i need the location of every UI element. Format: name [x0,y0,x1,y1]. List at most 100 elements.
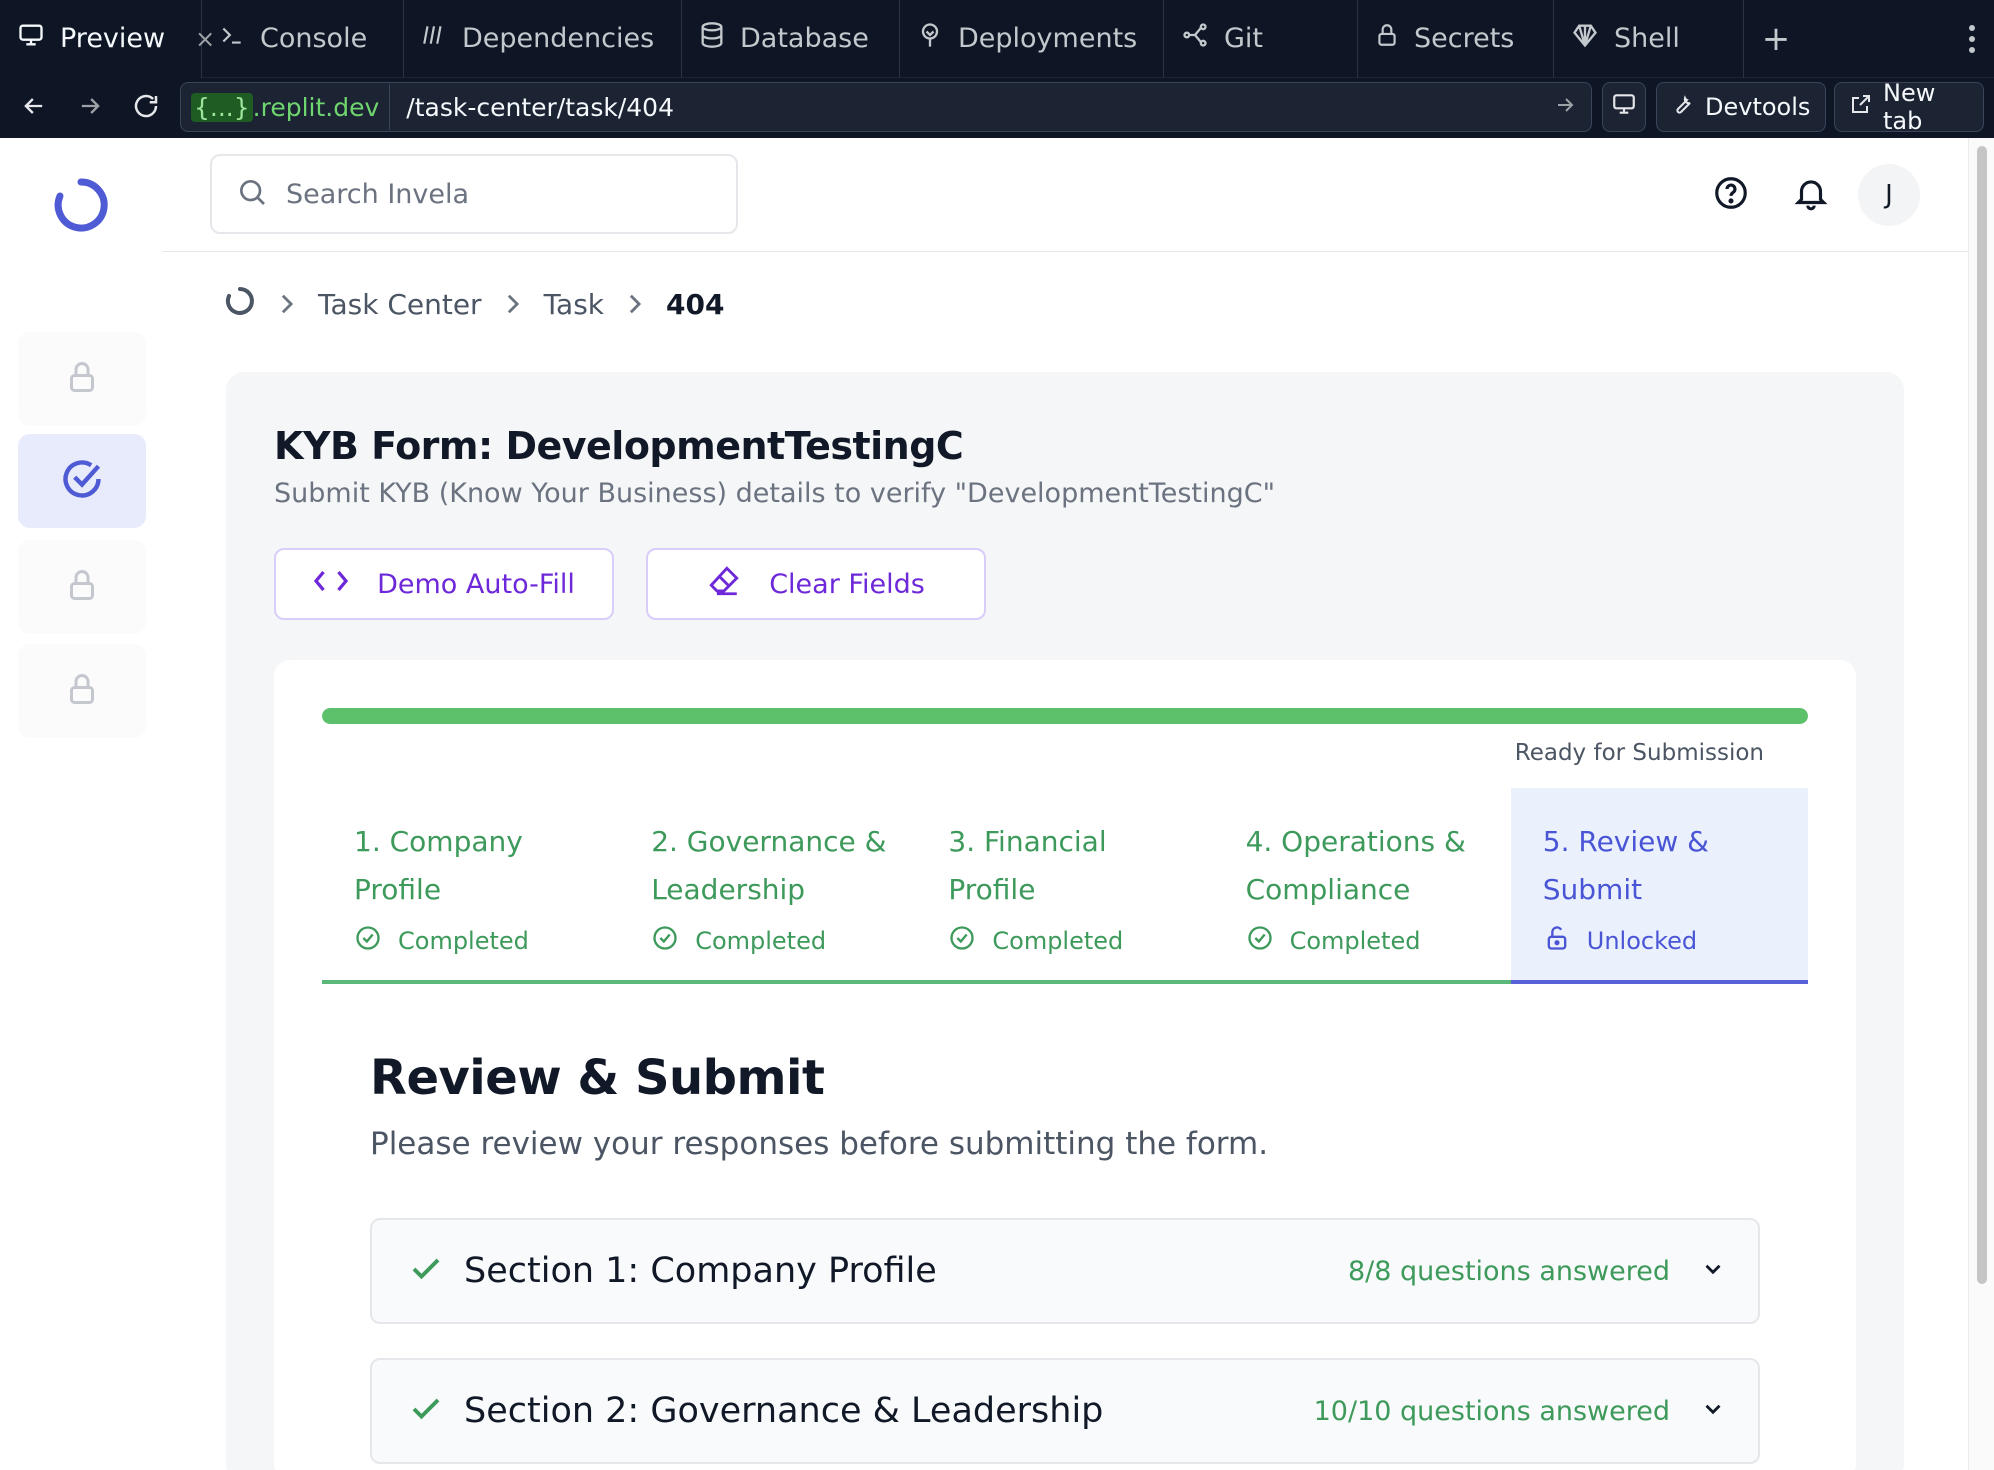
arrow-right-icon [76,92,104,124]
devtools-label: Devtools [1705,93,1811,121]
terminal-icon [218,22,246,55]
lock-icon [64,357,100,401]
search-box[interactable] [210,154,738,234]
sidebar-item-locked-3[interactable] [18,644,146,738]
step-status-label: Completed [695,927,827,955]
check-icon [408,1391,444,1431]
tab-deployments[interactable]: Deployments [900,0,1164,78]
chevron-right-icon [278,293,296,315]
clear-fields-button[interactable]: Clear Fields [646,548,986,620]
review-heading: Review & Submit [370,1050,825,1106]
tab-preview[interactable]: Preview × [0,0,215,78]
monitor-icon [16,21,46,56]
tab-label: Database [740,23,869,54]
bell-icon[interactable] [1792,174,1830,216]
scrollbar-thumb[interactable] [1977,146,1987,1284]
new-tab-button[interactable]: New tab [1834,79,1984,135]
devtools-button[interactable]: Devtools [1656,82,1826,132]
chevron-down-icon[interactable] [1700,1256,1726,1286]
tab-label: Shell [1614,23,1680,54]
lock-icon [64,669,100,713]
tab-shell[interactable]: Shell [1554,0,1744,78]
new-tab-label: New tab [1883,79,1936,135]
tab-secrets[interactable]: Secrets [1358,0,1554,78]
url-path[interactable]: /task-center/task/404 [390,93,1553,122]
check-circle-icon [1246,924,1274,958]
tab-label: Dependencies [462,23,655,54]
step-tab-review-submit[interactable]: 5. Review & Submit Unlocked [1510,788,1808,984]
page-scrollbar[interactable] [1968,138,1994,1470]
check-circle-icon [354,924,382,958]
wrench-icon [1671,92,1695,122]
review-section-company-profile[interactable]: Section 1: Company Profile 8/8 questions… [370,1218,1760,1324]
progress-status: Ready for Submission [1514,740,1764,766]
lock-icon [1374,21,1400,56]
url-host-domain: .replit.dev [252,92,380,122]
step-title: 1. Company Profile [354,825,523,906]
step-tab-operations[interactable]: 4. Operations & Compliance Completed [1213,788,1511,984]
breadcrumb-current: 404 [666,287,725,321]
search-icon [236,176,268,212]
monitor-icon [1611,91,1637,123]
tab-label: Deployments [958,23,1138,54]
step-title: 2. Governance & Leadership [651,825,887,906]
page-subtitle: Submit KYB (Know Your Business) details … [274,478,1276,509]
demo-autofill-label: Demo Auto-Fill [377,568,575,600]
deploy-icon [916,21,944,56]
tab-database[interactable]: Database [682,0,900,78]
review-section-governance[interactable]: Section 2: Governance & Leadership 10/10… [370,1358,1760,1464]
reload-button[interactable] [118,78,174,138]
refresh-icon [131,91,161,125]
device-preview-button[interactable] [1602,82,1646,132]
page-title: KYB Form: DevelopmentTestingC [274,424,964,468]
tab-label: Secrets [1414,23,1515,54]
more-vertical-icon[interactable] [1968,24,1976,58]
step-status-label: Completed [398,927,529,955]
step-status-label: Completed [992,927,1124,955]
unlock-icon [1543,924,1571,958]
eraser-icon [707,564,741,605]
sidebar-item-tasks[interactable] [18,434,146,528]
review-description: Please review your responses before subm… [370,1126,1269,1162]
help-icon[interactable] [1712,174,1750,216]
tab-label: Git [1224,23,1264,54]
ide-tab-bar: Preview × Console Dependencies Database … [0,0,1994,78]
tab-label: Preview [60,23,166,54]
lock-icon [64,565,100,609]
step-title: 4. Operations & Compliance [1245,825,1466,906]
breadcrumb-task[interactable]: Task [544,288,604,321]
chevron-down-icon[interactable] [1700,1396,1726,1426]
breadcrumb-task-center[interactable]: Task Center [318,288,482,321]
url-field[interactable]: {...} .replit.dev /task-center/task/404 [180,82,1592,132]
tab-dependencies[interactable]: Dependencies [404,0,682,78]
check-circle-icon [651,924,679,958]
section-answer-count: 10/10 questions answered [1313,1395,1670,1427]
shell-icon [1570,21,1600,56]
back-button[interactable] [6,78,62,138]
avatar[interactable]: J [1858,164,1920,226]
home-logo-icon[interactable] [224,285,256,324]
tab-console[interactable]: Console [202,0,404,78]
step-status: Completed [1246,924,1421,958]
progress-bar-fill [322,708,1808,724]
step-tab-financial-profile[interactable]: 3. Financial Profile Completed [916,788,1214,984]
search-input[interactable] [286,178,706,210]
step-status-label: Completed [1289,927,1421,955]
step-tab-company-profile[interactable]: 1. Company Profile Completed [322,788,620,984]
demo-autofill-button[interactable]: Demo Auto-Fill [274,548,614,620]
tab-git[interactable]: Git [1164,0,1358,78]
step-status: Completed [948,924,1123,958]
url-host-brace: {...} [191,92,253,122]
invela-logo-icon[interactable] [52,176,110,238]
sidebar-item-locked-2[interactable] [18,540,146,634]
sidebar-item-locked-1[interactable] [18,332,146,426]
step-tab-governance[interactable]: 2. Governance & Leadership Completed [619,788,917,984]
go-arrow-icon[interactable] [1553,93,1591,121]
step-status: Completed [354,924,529,958]
step-status: Unlocked [1543,924,1697,958]
add-tab-button[interactable]: + [1744,19,1808,59]
check-icon [408,1251,444,1291]
forward-button[interactable] [62,78,118,138]
section-answer-count: 8/8 questions answered [1347,1255,1670,1287]
chevron-right-icon [626,293,644,315]
